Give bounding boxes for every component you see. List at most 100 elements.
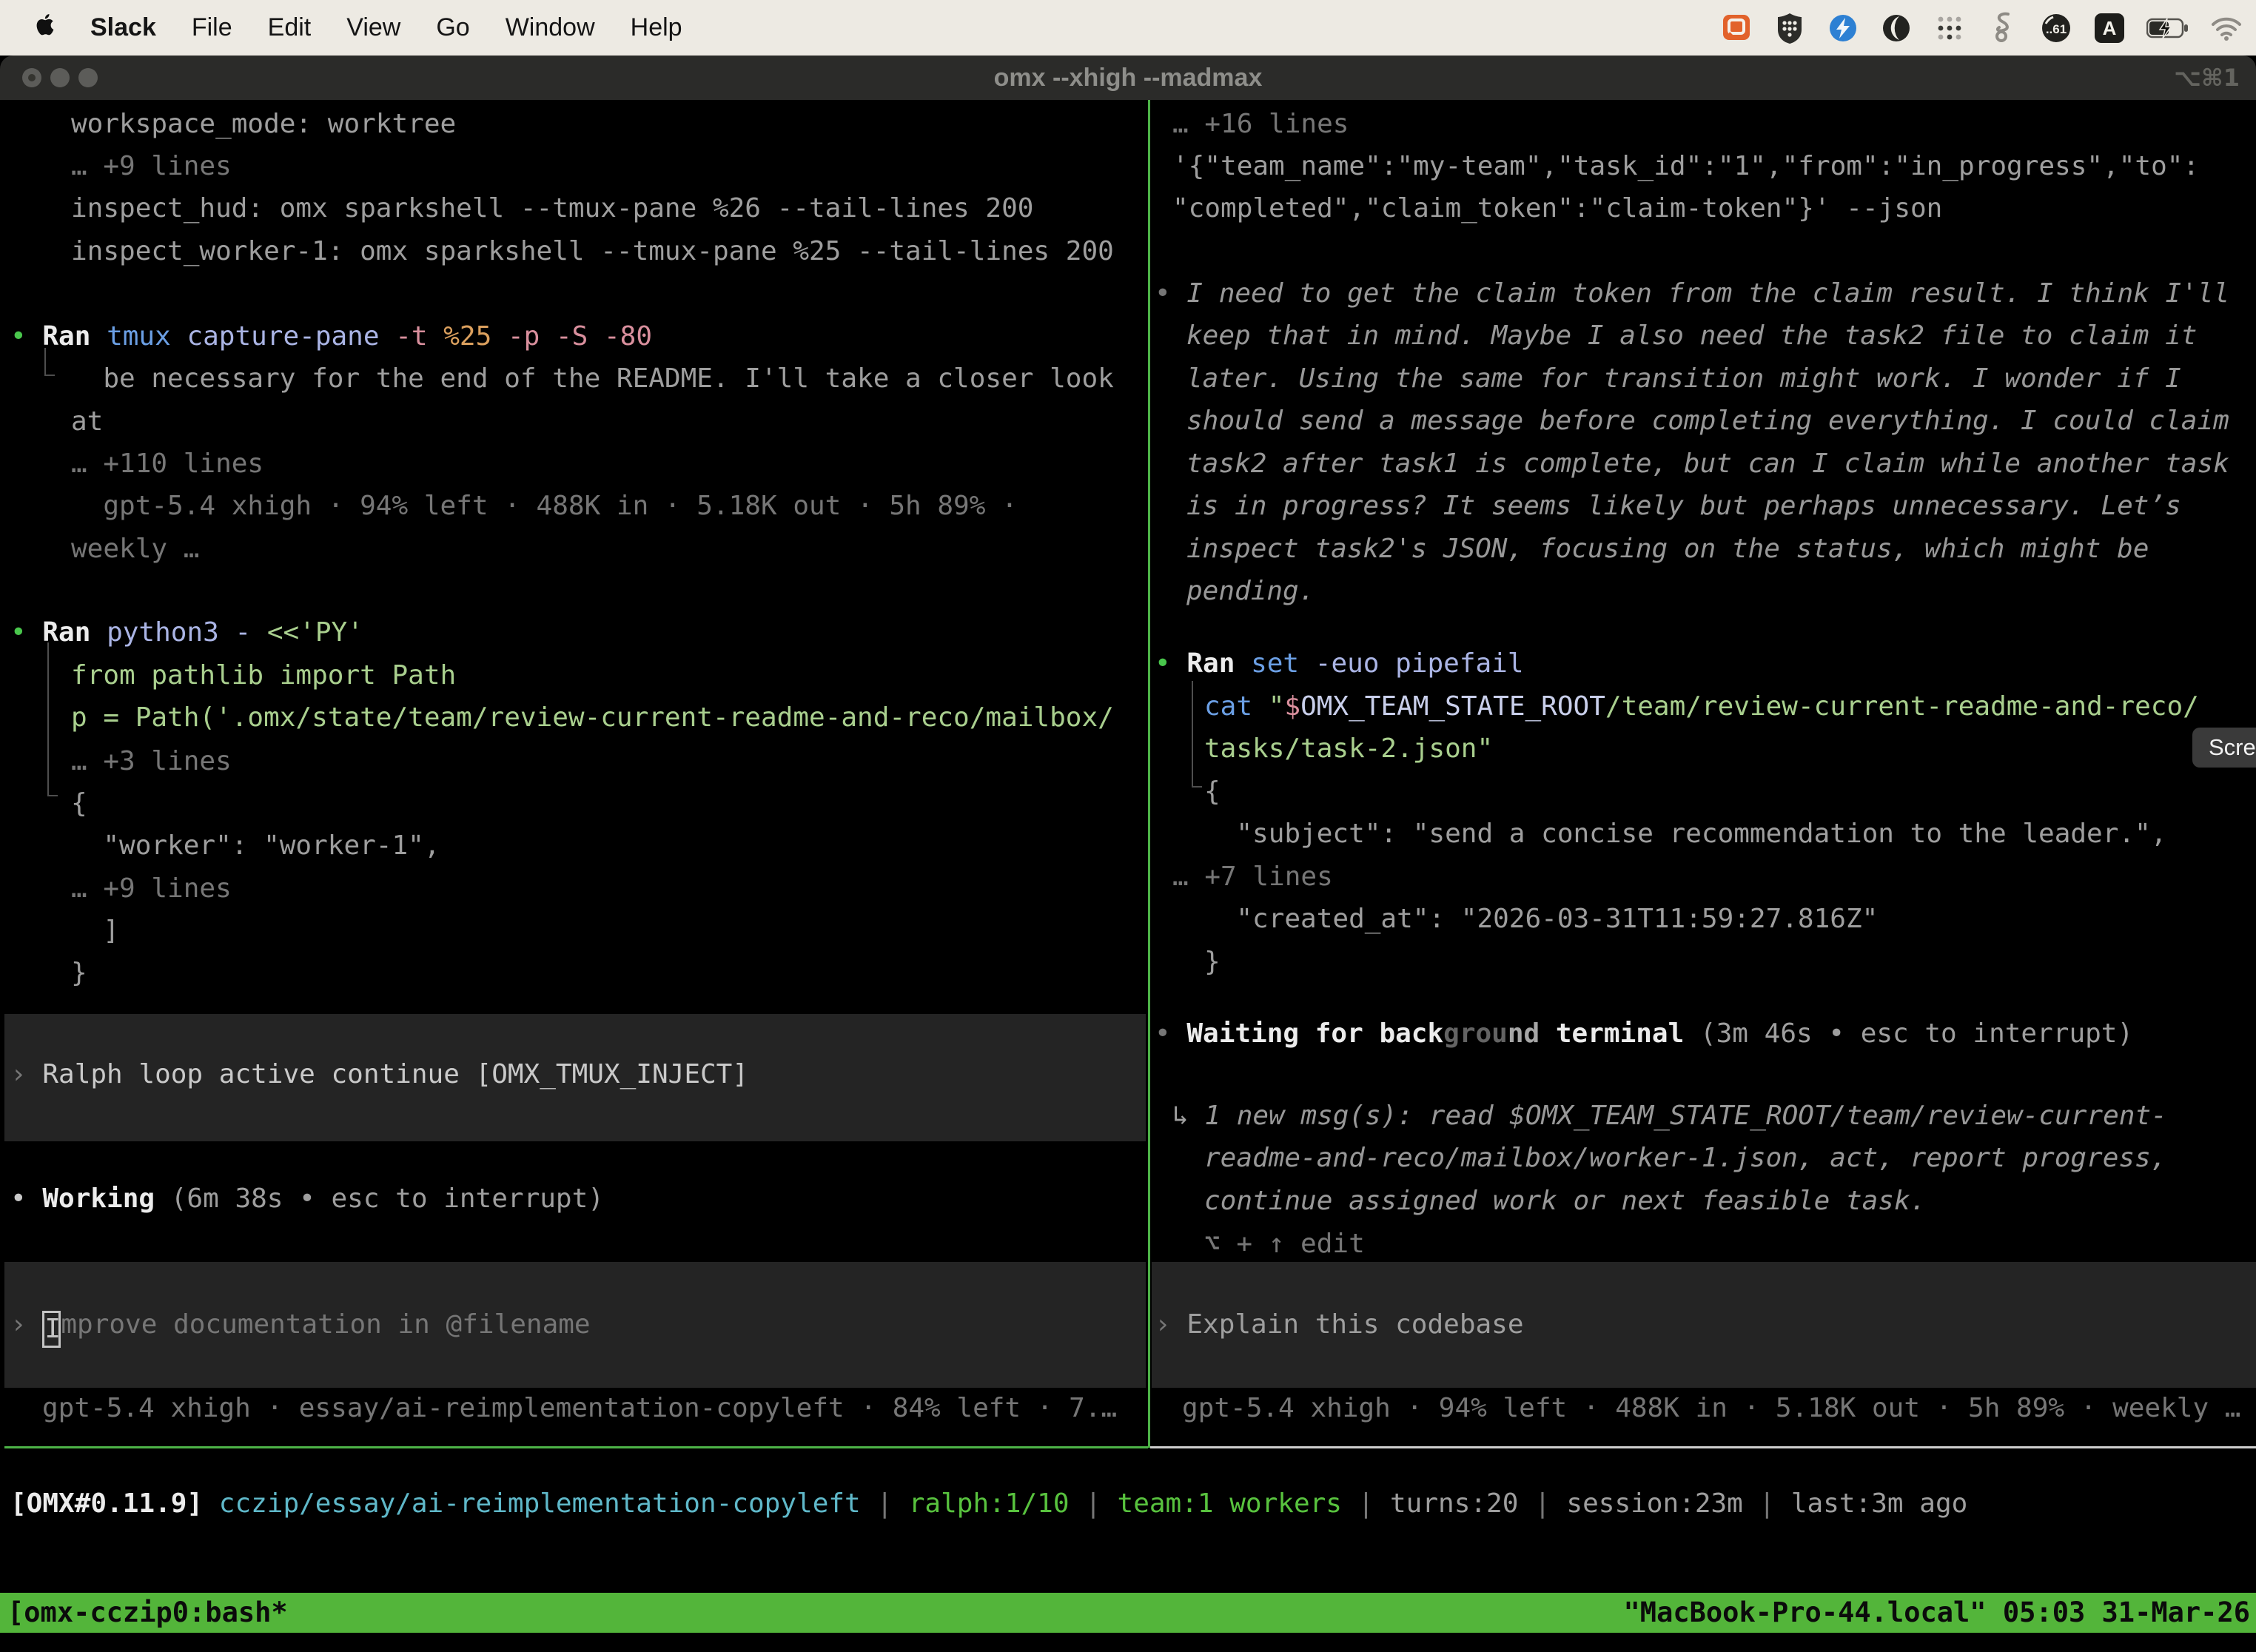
- output-line: "created_at": "2026-03-31T11:59:27.816Z": [1204, 898, 1878, 941]
- squiggle-icon[interactable]: [1987, 12, 2019, 44]
- output-line: {: [71, 782, 87, 825]
- crescent-app-icon[interactable]: [1880, 12, 1913, 44]
- prompt-input-left: › Improve documentation in @filename: [10, 1303, 591, 1346]
- menu-bar: Slack File Edit View Go Window Help: [0, 0, 2256, 56]
- text-segment: ⌥ + ↑ edit: [1204, 1229, 1365, 1259]
- text-segment: readme-and-reco/mailbox/worker-1.json, a…: [1204, 1143, 2166, 1173]
- thinking-line: is in progress? It seems likely but perh…: [1186, 485, 2181, 528]
- text-segment: gpt-5.4 xhigh · essay/ai-reimplementatio…: [42, 1393, 1117, 1423]
- text-segment: pending.: [1186, 576, 1315, 606]
- output-line: "worker": "worker-1",: [71, 825, 440, 867]
- timer-61-badge-icon[interactable]: ..61: [2040, 12, 2072, 44]
- text-segment: |: [861, 1488, 909, 1519]
- prompt-input-right: › Explain this codebase: [1155, 1303, 1524, 1346]
- text-segment: (6m 38s • esc to interrupt): [171, 1183, 604, 1214]
- text-segment: team:1 workers: [1118, 1488, 1342, 1519]
- bullet-icon: •: [1155, 648, 1186, 679]
- text-segment: -t: [395, 321, 443, 352]
- wifi-icon[interactable]: [2210, 12, 2243, 44]
- collapsed-lines-indicator: … +110 lines: [71, 443, 263, 486]
- output-line: ]: [71, 910, 119, 953]
- text-segment: -p: [508, 321, 556, 352]
- reply-arrow-icon: ↳: [1172, 1101, 1204, 1131]
- svg-text:A: A: [2103, 17, 2117, 39]
- text-segment: p = Path('.omx/state/team/review-current…: [71, 702, 1114, 733]
- window-title: omx --xhigh --madmax: [0, 56, 2256, 100]
- tmux-session-name[interactable]: [omx-cczip0:bash*: [7, 1593, 288, 1633]
- bullet-icon: •: [10, 617, 42, 648]
- text-segment: {: [1204, 776, 1221, 807]
- text-segment: … +3 lines: [71, 746, 232, 776]
- bullet-icon: •: [10, 321, 42, 352]
- menu-items: Slack File Edit View Go Window Help: [0, 12, 682, 44]
- menu-item-go[interactable]: Go: [436, 13, 469, 42]
- menu-item-file[interactable]: File: [192, 13, 232, 42]
- text-segment: Ran: [42, 321, 107, 352]
- text-segment: should send a message before completing …: [1186, 406, 2229, 436]
- text-segment: ": [1269, 691, 1285, 722]
- text-segment: "completed","claim_token":"claim-token"}…: [1172, 193, 1942, 224]
- apple-menu-icon[interactable]: [34, 12, 55, 44]
- screen-overlay-button[interactable]: Scre: [2192, 728, 2256, 768]
- tmux-pane-divider[interactable]: [1148, 100, 1150, 1448]
- text-segment: … +7 lines: [1172, 862, 1333, 892]
- text-segment: '{"team_name":"my-team","task_id":"1","f…: [1172, 151, 2199, 181]
- text-segment: |: [1070, 1488, 1118, 1519]
- text-segment: … +9 lines: [71, 873, 232, 904]
- shield-keypad-icon[interactable]: [1773, 12, 1806, 44]
- text-segment: terminal: [1540, 1018, 1700, 1049]
- working-status-line: • Working (6m 38s • esc to interrupt): [10, 1178, 604, 1220]
- command-line: cat "$OMX_TEAM_STATE_ROOT/team/review-cu…: [1204, 685, 2199, 728]
- bullet-icon: •: [1155, 1018, 1186, 1049]
- text-segment: gpt-5.4 xhigh · 94% left · 488K in · 5.1…: [71, 491, 1018, 521]
- edit-hint-line: ⌥ + ↑ edit: [1204, 1223, 1365, 1266]
- output-line: '{"team_name":"my-team","task_id":"1","f…: [1172, 145, 2199, 188]
- output-line: at: [71, 400, 103, 443]
- tmux-host-clock: "MacBook-Pro-44.local" 05:03 31-Mar-26: [1624, 1593, 2250, 1633]
- text-segment: … +16 lines: [1172, 109, 1349, 139]
- text-segment: nd: [1508, 1018, 1540, 1049]
- thinking-line: pending.: [1186, 570, 1315, 613]
- menu-app-name[interactable]: Slack: [90, 13, 156, 42]
- text-segment: task2 after task1 is complete, but can I…: [1186, 449, 2229, 479]
- text-segment: inspect_worker-1: omx sparkshell --tmux-…: [71, 236, 1114, 266]
- text-segment: from pathlib import Path: [71, 660, 456, 691]
- window-titlebar[interactable]: omx --xhigh --madmax ⌥⌘1: [0, 56, 2256, 100]
- blue-badge-icon[interactable]: [1827, 12, 1859, 44]
- text-segment: "worker": "worker-1",: [71, 830, 440, 861]
- text-segment: }: [71, 958, 87, 988]
- collapsed-lines-indicator: … +9 lines: [71, 867, 232, 910]
- bullet-icon: •: [10, 1183, 42, 1214]
- text-segment: at: [71, 406, 103, 437]
- battery-charging-icon[interactable]: [2146, 12, 2189, 44]
- waiting-status-line: • Waiting for background terminal (3m 46…: [1155, 1013, 2133, 1055]
- text-segment: 1 new msg(s): read $OMX_TEAM_STATE_ROOT/…: [1204, 1101, 2166, 1131]
- dots-grid-icon[interactable]: [1933, 12, 1966, 44]
- window-shortcut-hint: ⌥⌘1: [2174, 56, 2240, 100]
- text-segment: workspace_mode: worktree: [71, 109, 456, 139]
- text-segment: /team/review-current-readme-and-reco/: [1605, 691, 2199, 722]
- prompt-chevron-icon: ›: [10, 1059, 42, 1089]
- prompt-chevron-icon: ›: [1155, 1309, 1186, 1340]
- menu-item-window[interactable]: Window: [506, 13, 595, 42]
- text-segment: weekly …: [71, 534, 199, 564]
- command-line: tasks/task-2.json": [1204, 728, 1493, 770]
- text-segment: -euo pipefail: [1315, 648, 1524, 679]
- output-line: be necessary for the end of the README. …: [71, 357, 1114, 400]
- chat-app-icon[interactable]: [1720, 12, 1753, 44]
- text-segment: ]: [71, 916, 119, 946]
- menu-item-edit[interactable]: Edit: [268, 13, 312, 42]
- output-line: "subject": "send a concise recommendatio…: [1204, 813, 2166, 856]
- text-segment: Waiting for back: [1186, 1018, 1443, 1049]
- text-segment: capture-pane: [187, 321, 395, 352]
- command-line: • Ran tmux capture-pane -t %25 -p -S -80: [10, 315, 652, 358]
- text-segment: OMX_TEAM_STATE_ROOT: [1300, 691, 1605, 722]
- text-segment: … +110 lines: [71, 449, 263, 479]
- menu-item-help[interactable]: Help: [631, 13, 682, 42]
- menu-item-view[interactable]: View: [346, 13, 400, 42]
- a-key-icon[interactable]: A: [2093, 12, 2126, 44]
- text-segment: {: [71, 788, 87, 819]
- output-connector: [44, 375, 55, 376]
- output-line: }: [1204, 941, 1221, 984]
- mailbox-message-line: continue assigned work or next feasible …: [1204, 1180, 1926, 1223]
